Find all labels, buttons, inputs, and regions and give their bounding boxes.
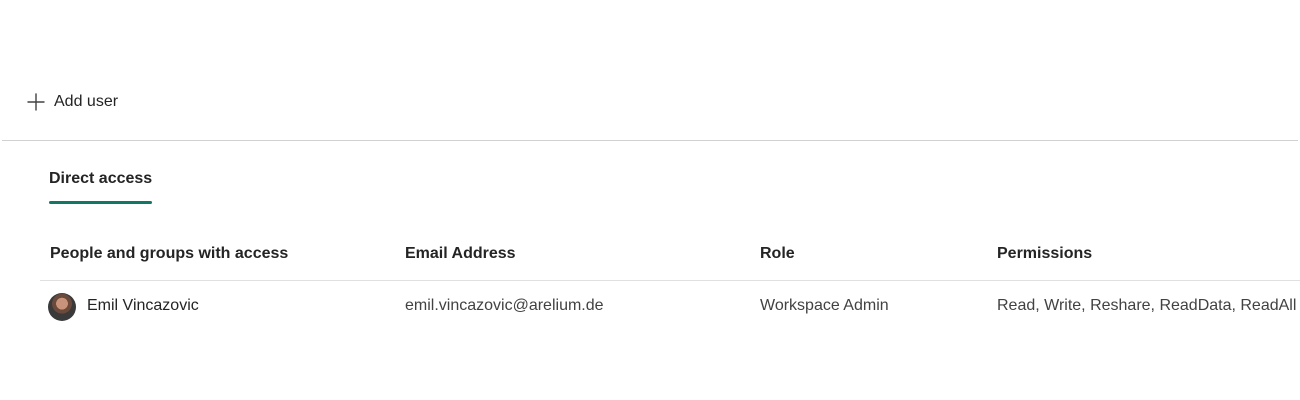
- column-header-email[interactable]: Email Address: [405, 245, 516, 263]
- tab-label: Direct access: [49, 170, 153, 187]
- user-permissions: Read, Write, Reshare, ReadData, ReadAll: [997, 297, 1297, 314]
- access-table: People and groups with access Email Addr…: [40, 236, 1300, 335]
- add-user-button[interactable]: Add user: [26, 88, 118, 116]
- column-header-permissions[interactable]: Permissions: [997, 245, 1092, 263]
- user-role: Workspace Admin: [760, 297, 889, 314]
- table-header: People and groups with access Email Addr…: [40, 236, 1300, 281]
- column-header-people[interactable]: People and groups with access: [50, 245, 288, 263]
- avatar: [48, 293, 76, 321]
- toolbar-divider: [2, 140, 1298, 141]
- column-header-role[interactable]: Role: [760, 245, 795, 263]
- tab-selected-indicator: [49, 201, 153, 204]
- user-name: Emil Vincazovic: [87, 297, 199, 314]
- table-row[interactable]: Emil Vincazovic emil.vincazovic@arelium.…: [40, 281, 1300, 335]
- plus-icon: [26, 92, 46, 112]
- tab-direct-access[interactable]: Direct access: [49, 168, 153, 206]
- add-user-label: Add user: [54, 93, 119, 110]
- user-email: emil.vincazovic@arelium.de: [405, 297, 604, 314]
